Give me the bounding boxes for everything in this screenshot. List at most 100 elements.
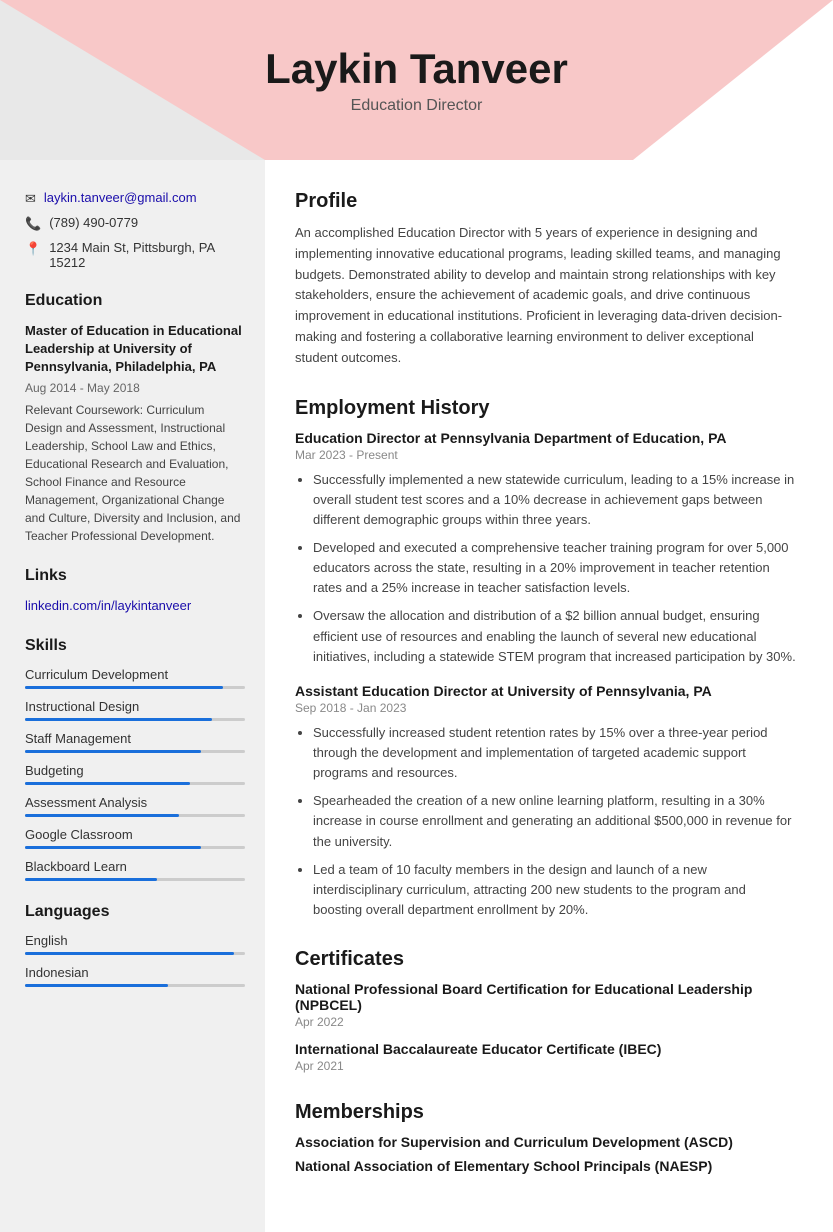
cert-entry: International Baccalaureate Educator Cer… xyxy=(295,1041,798,1073)
skill-bar-bg xyxy=(25,686,245,689)
job-bullet: Oversaw the allocation and distribution … xyxy=(313,606,798,666)
job-bullet: Spearheaded the creation of a new online… xyxy=(313,791,798,851)
skill-name: Curriculum Development xyxy=(25,667,245,682)
edu-date: Aug 2014 - May 2018 xyxy=(25,381,245,395)
employment-section: Employment History Education Director at… xyxy=(295,397,798,921)
email-link[interactable]: laykin.tanveer@gmail.com xyxy=(44,190,197,205)
skills-list: Curriculum Development Instructional Des… xyxy=(25,667,245,881)
email-icon: ✉ xyxy=(25,191,36,207)
job-date: Mar 2023 - Present xyxy=(295,448,798,462)
header-triangle-right xyxy=(633,0,833,160)
skill-bar-bg xyxy=(25,846,245,849)
skill-name: Blackboard Learn xyxy=(25,859,245,874)
cert-date: Apr 2022 xyxy=(295,1015,798,1029)
job-bullets: Successfully implemented a new statewide… xyxy=(295,470,798,667)
job-date: Sep 2018 - Jan 2023 xyxy=(295,701,798,715)
phone-text: (789) 490-0779 xyxy=(49,215,138,230)
job-title: Education Director at Pennsylvania Depar… xyxy=(295,430,798,446)
skill-bar-bg xyxy=(25,814,245,817)
cert-title: National Professional Board Certificatio… xyxy=(295,981,798,1013)
skill-name: Instructional Design xyxy=(25,699,245,714)
skill-bar-fill xyxy=(25,814,179,817)
contact-phone: 📞 (789) 490-0779 xyxy=(25,215,245,232)
certs-list: National Professional Board Certificatio… xyxy=(295,981,798,1073)
membership-item: National Association of Elementary Schoo… xyxy=(295,1158,798,1174)
job-bullets: Successfully increased student retention… xyxy=(295,723,798,920)
language-item: English xyxy=(25,933,245,955)
skill-bar-fill xyxy=(25,686,223,689)
skill-name: Budgeting xyxy=(25,763,245,778)
skill-bar-fill xyxy=(25,782,190,785)
coursework-label: Relevant Coursework: xyxy=(25,403,143,417)
contact-section: ✉ laykin.tanveer@gmail.com 📞 (789) 490-0… xyxy=(25,190,245,270)
jobs-list: Education Director at Pennsylvania Depar… xyxy=(295,430,798,921)
membership-item: Association for Supervision and Curricul… xyxy=(295,1134,798,1150)
language-bar-fill xyxy=(25,952,234,955)
job-bullet: Successfully implemented a new statewide… xyxy=(313,470,798,530)
skills-section-title: Skills xyxy=(25,637,245,655)
skill-bar-bg xyxy=(25,782,245,785)
employment-section-title: Employment History xyxy=(295,397,798,420)
skill-item: Budgeting xyxy=(25,763,245,785)
cert-title: International Baccalaureate Educator Cer… xyxy=(295,1041,798,1057)
header-area: Laykin Tanveer Education Director xyxy=(0,0,833,160)
profile-text: An accomplished Education Director with … xyxy=(295,223,798,369)
skill-bar-fill xyxy=(25,846,201,849)
coursework-text: Curriculum Design and Assessment, Instru… xyxy=(25,403,240,543)
header-content: Laykin Tanveer Education Director xyxy=(265,45,568,115)
skill-name: Staff Management xyxy=(25,731,245,746)
address-text: 1234 Main St, Pittsburgh, PA 15212 xyxy=(49,240,245,270)
memberships-section-title: Memberships xyxy=(295,1101,798,1124)
cert-entry: National Professional Board Certificatio… xyxy=(295,981,798,1029)
language-item: Indonesian xyxy=(25,965,245,987)
skill-item: Blackboard Learn xyxy=(25,859,245,881)
edu-degree: Master of Education in Educational Leade… xyxy=(25,322,245,377)
job-entry: Assistant Education Director at Universi… xyxy=(295,683,798,920)
skill-bar-bg xyxy=(25,718,245,721)
linkedin-link[interactable]: linkedin.com/in/laykintanveer xyxy=(25,598,191,613)
phone-icon: 📞 xyxy=(25,216,41,232)
links-section-title: Links xyxy=(25,567,245,585)
skill-name: Google Classroom xyxy=(25,827,245,842)
language-name: English xyxy=(25,933,245,948)
skill-item: Instructional Design xyxy=(25,699,245,721)
main-content: Profile An accomplished Education Direct… xyxy=(265,160,833,1232)
skill-bar-fill xyxy=(25,878,157,881)
resume-container: Laykin Tanveer Education Director ✉ layk… xyxy=(0,0,833,1232)
job-bullet: Developed and executed a comprehensive t… xyxy=(313,538,798,598)
language-bar-bg xyxy=(25,984,245,987)
skill-item: Assessment Analysis xyxy=(25,795,245,817)
skill-item: Staff Management xyxy=(25,731,245,753)
skill-item: Curriculum Development xyxy=(25,667,245,689)
job-title: Assistant Education Director at Universi… xyxy=(295,683,798,699)
job-entry: Education Director at Pennsylvania Depar… xyxy=(295,430,798,667)
sidebar: ✉ laykin.tanveer@gmail.com 📞 (789) 490-0… xyxy=(0,160,265,1232)
languages-section-title: Languages xyxy=(25,903,245,921)
language-name: Indonesian xyxy=(25,965,245,980)
memberships-list: Association for Supervision and Curricul… xyxy=(295,1134,798,1174)
skill-bar-fill xyxy=(25,750,201,753)
memberships-section: Memberships Association for Supervision … xyxy=(295,1101,798,1174)
skill-bar-bg xyxy=(25,878,245,881)
languages-list: English Indonesian xyxy=(25,933,245,987)
education-section: Education Master of Education in Educati… xyxy=(25,292,245,545)
profile-section: Profile An accomplished Education Direct… xyxy=(295,190,798,369)
candidate-title: Education Director xyxy=(265,97,568,115)
skill-bar-fill xyxy=(25,718,212,721)
body-layout: ✉ laykin.tanveer@gmail.com 📞 (789) 490-0… xyxy=(0,160,833,1232)
contact-address: 📍 1234 Main St, Pittsburgh, PA 15212 xyxy=(25,240,245,270)
skill-item: Google Classroom xyxy=(25,827,245,849)
certificates-section-title: Certificates xyxy=(295,948,798,971)
cert-date: Apr 2021 xyxy=(295,1059,798,1073)
contact-email: ✉ laykin.tanveer@gmail.com xyxy=(25,190,245,207)
edu-coursework: Relevant Coursework: Curriculum Design a… xyxy=(25,401,245,545)
education-section-title: Education xyxy=(25,292,245,310)
certificates-section: Certificates National Professional Board… xyxy=(295,948,798,1073)
job-bullet: Successfully increased student retention… xyxy=(313,723,798,783)
header-triangle-left xyxy=(0,0,265,160)
skill-name: Assessment Analysis xyxy=(25,795,245,810)
language-bar-bg xyxy=(25,952,245,955)
candidate-name: Laykin Tanveer xyxy=(265,45,568,93)
skills-section: Skills Curriculum Development Instructio… xyxy=(25,637,245,881)
languages-section: Languages English Indonesian xyxy=(25,903,245,987)
